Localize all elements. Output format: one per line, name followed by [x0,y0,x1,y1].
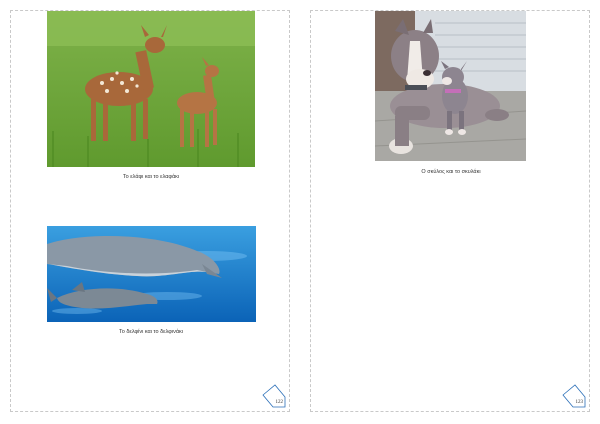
left-page: Το ελάφι και το ελαφάκι Το δελφίνι και τ… [10,10,290,412]
deer-photo [47,11,255,167]
dog-photo [375,11,526,161]
page-number: 123 [575,400,584,405]
dolphin-photo [47,226,256,322]
dog-caption: Ο σκύλος και το σκυλάκι [421,169,481,175]
page-corner-icon [262,384,286,408]
dolphin-caption: Το δελφίνι και το δελφινάκι [119,329,183,335]
right-page: Ο σκύλος και το σκυλάκι 123 [310,10,590,412]
page-corner-icon [562,384,586,408]
deer-caption: Το ελάφι και το ελαφάκι [122,174,180,180]
page-number: 122 [275,400,284,405]
